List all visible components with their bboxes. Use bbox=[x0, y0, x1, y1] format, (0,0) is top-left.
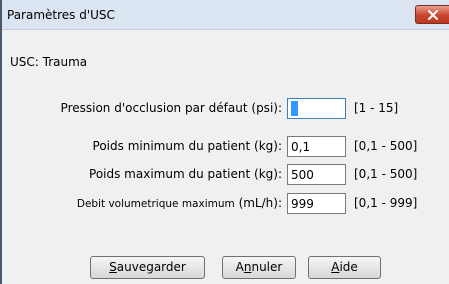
max-weight-label: Poids maximum du patient (kg): bbox=[89, 167, 282, 181]
usc-settings-dialog: Paramètres d'USC USC: Trauma Pression d'… bbox=[0, 0, 449, 284]
max-weight-range: [0,1 - 500] bbox=[354, 167, 418, 181]
min-weight-label: Poids minimum du patient (kg): bbox=[92, 139, 282, 153]
occlusion-pressure-label: Pression d'occlusion par défaut (psi): bbox=[60, 101, 282, 115]
max-flow-rate-label: Debit volumetrique maximum (mL/h): bbox=[77, 196, 282, 210]
field-row-occlusion-pressure: Pression d'occlusion par défaut (psi): [… bbox=[0, 98, 449, 120]
min-weight-input[interactable] bbox=[287, 136, 346, 157]
max-flow-rate-range: [0,1 - 999] bbox=[354, 196, 418, 210]
close-button[interactable] bbox=[415, 5, 449, 24]
field-row-min-weight: Poids minimum du patient (kg): [0,1 - 50… bbox=[0, 136, 449, 158]
max-flow-rate-text: Debit volumetrique maximum bbox=[76, 198, 235, 210]
window-title: Paramètres d'USC bbox=[7, 8, 115, 22]
title-bar[interactable]: Paramètres d'USC bbox=[0, 0, 449, 30]
text-selection-highlight bbox=[291, 101, 298, 116]
min-weight-range: [0,1 - 500] bbox=[354, 139, 418, 153]
field-row-max-flow-rate: Debit volumetrique maximum (mL/h): [0,1 … bbox=[0, 193, 449, 215]
help-button[interactable]: Aide bbox=[308, 256, 381, 279]
max-weight-input[interactable] bbox=[287, 164, 346, 185]
field-row-max-weight: Poids maximum du patient (kg): [0,1 - 50… bbox=[0, 164, 449, 186]
save-button[interactable]: Sauvegarder bbox=[90, 256, 205, 279]
save-label-rest: auvegarder bbox=[116, 260, 186, 274]
save-mnemonic: S bbox=[109, 260, 117, 274]
max-flow-rate-input[interactable] bbox=[287, 193, 346, 214]
max-flow-rate-unit: (mL/h): bbox=[238, 196, 282, 210]
cancel-label-rest: nuler bbox=[251, 260, 283, 274]
usc-name-label: USC: Trauma bbox=[10, 55, 88, 69]
cancel-button[interactable]: Annuler bbox=[222, 256, 296, 279]
help-label-rest: ide bbox=[339, 260, 358, 274]
close-icon bbox=[428, 10, 438, 20]
cancel-label-pre: A bbox=[235, 260, 244, 274]
occlusion-pressure-range: [1 - 15] bbox=[354, 101, 399, 115]
